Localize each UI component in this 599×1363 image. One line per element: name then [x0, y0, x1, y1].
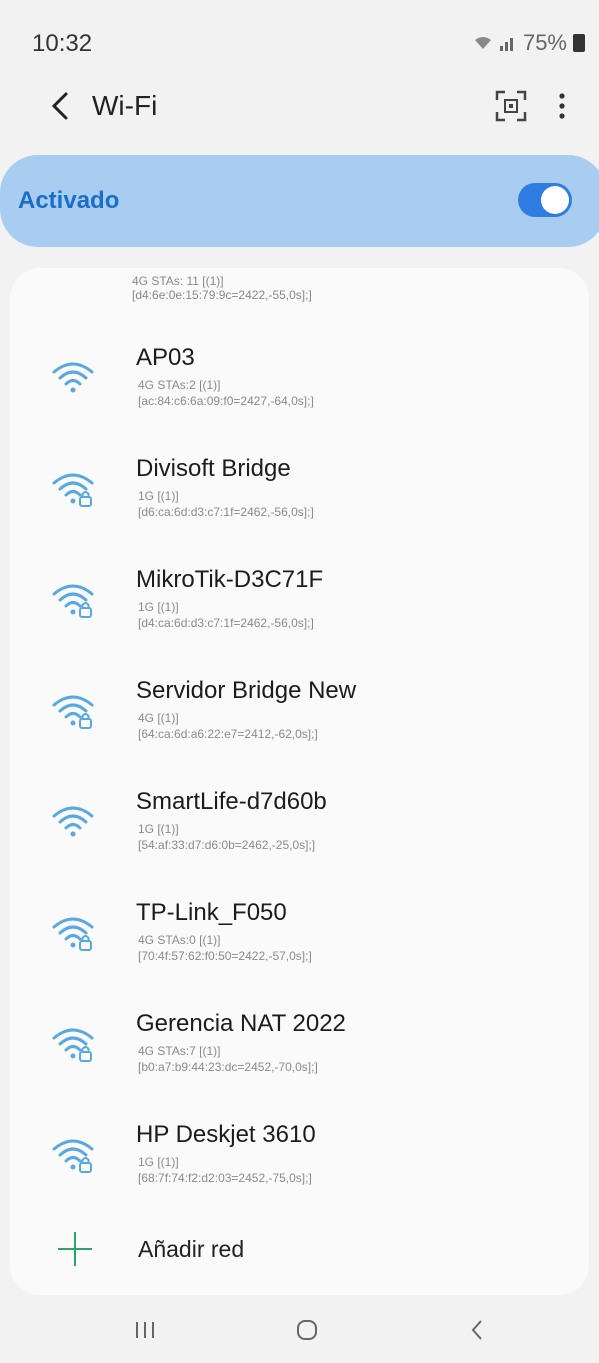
network-item[interactable]: SmartLife-d7d60b 1G [(1)] [54:af:33:d7:d6:…: [10, 774, 589, 878]
network-list: 4G STAs: 11 [(1)] [d4:6e:0e:15:79:9c=242…: [10, 268, 589, 1295]
wifi-lock-icon: [52, 917, 94, 951]
network-item[interactable]: TP-Link_F050 4G STAs:0 [(1)] [70:4f:57:62:…: [10, 885, 589, 989]
network-details: 1G [(1)]: [138, 1155, 179, 1169]
wifi-lock-icon: [52, 695, 94, 729]
wifi-lock-icon: [52, 1139, 94, 1173]
network-name: Servidor Bridge New: [136, 677, 357, 704]
battery-icon: [573, 34, 585, 52]
wifi-toggle-label: Activado: [18, 187, 120, 214]
network-details: 4G [(1)]: [138, 711, 179, 725]
network-name: TP-Link_F050: [136, 899, 287, 926]
home-button[interactable]: [282, 1305, 332, 1355]
network-name: AP03: [136, 344, 195, 371]
network-details: [64:ca:6d:a6:22:e7=2412,-62,0s];]: [138, 727, 318, 741]
qr-scan-icon: [495, 90, 527, 122]
network-name: MikroTik-D3C71F: [136, 566, 324, 593]
more-options-button[interactable]: [547, 86, 577, 126]
network-details: [ac:84:c6:6a:09:f0=2427,-64,0s];]: [138, 394, 314, 408]
network-details: 4G STAs:0 [(1)]: [138, 933, 221, 947]
wifi-icon: [52, 806, 94, 837]
network-details: [68:7f:74:f2:d2:03=2452,-75,0s];]: [138, 1171, 312, 1185]
network-details: 1G [(1)]: [138, 822, 179, 836]
add-network-button[interactable]: Añadir red: [10, 1218, 589, 1284]
network-details: [d4:6e:0e:15:79:9c=2422,-55,0s];]: [132, 288, 312, 302]
recent-apps-icon: [136, 1322, 154, 1338]
recent-apps-button[interactable]: [120, 1305, 170, 1355]
list-item-partial[interactable]: 4G STAs: 11 [(1)] [d4:6e:0e:15:79:9c=242…: [10, 268, 589, 320]
wifi-toggle-card[interactable]: Activado: [0, 155, 599, 247]
plus-icon: [58, 1232, 92, 1266]
switch-knob: [541, 186, 569, 214]
network-item[interactable]: Gerencia NAT 2022 4G STAs:7 [(1)] [b0:a7:b…: [10, 996, 589, 1100]
back-button[interactable]: [38, 84, 82, 128]
more-vert-icon: [559, 93, 565, 119]
wifi-lock-icon: [52, 473, 94, 507]
battery-percent: 75%: [522, 30, 567, 55]
status-icons: 75%: [473, 30, 585, 56]
wifi-switch[interactable]: [518, 183, 572, 217]
navigation-bar: [0, 1295, 599, 1363]
back-nav-button[interactable]: [452, 1305, 502, 1355]
network-details: [b0:a7:b9:44:23:dc=2452,-70,0s];]: [138, 1060, 318, 1074]
network-details: [d6:ca:6d:d3:c7:1f=2462,-56,0s];]: [138, 505, 314, 519]
page-title: Wi-Fi: [92, 90, 158, 121]
network-item[interactable]: HP Deskjet 3610 1G [(1)] [68:7f:74:f2:d2:0…: [10, 1107, 589, 1211]
network-name: SmartLife-d7d60b: [136, 788, 327, 815]
chevron-left-icon: [51, 92, 68, 120]
network-item[interactable]: AP03 4G STAs:2 [(1)] [ac:84:c6:6a:09:f0=24…: [10, 330, 589, 434]
wifi-icon: [52, 362, 94, 393]
network-name: Divisoft Bridge: [136, 455, 291, 482]
chevron-left-icon: [471, 1320, 482, 1340]
network-details: 1G [(1)]: [138, 600, 179, 614]
status-time: 10:32: [32, 30, 93, 57]
status-bar: 10:32 75%: [0, 0, 599, 80]
wifi-lock-icon: [52, 1028, 94, 1062]
network-name: HP Deskjet 3610: [136, 1121, 316, 1148]
add-network-label: Añadir red: [138, 1236, 245, 1262]
network-item[interactable]: Divisoft Bridge 1G [(1)] [d6:ca:6d:d3:c7:1…: [10, 441, 589, 545]
network-details: 4G STAs:2 [(1)]: [138, 378, 221, 392]
network-details: 1G [(1)]: [138, 489, 179, 503]
signal-icon: [499, 38, 513, 51]
network-details: 4G STAs: 11 [(1)]: [132, 274, 224, 288]
home-icon: [297, 1320, 317, 1340]
network-details: [54:af:33:d7:d6:0b=2462,-25,0s];]: [138, 838, 316, 852]
network-name: Gerencia NAT 2022: [136, 1010, 346, 1037]
qr-scan-button[interactable]: [491, 86, 531, 126]
app-bar: Wi-Fi: [0, 80, 599, 144]
network-item[interactable]: MikroTik-D3C71F 1G [(1)] [d4:ca:6d:d3:c7:1…: [10, 552, 589, 656]
network-details: 4G STAs:7 [(1)]: [138, 1044, 221, 1058]
wifi-status-icon: [474, 37, 491, 49]
network-item[interactable]: Servidor Bridge New 4G [(1)] [64:ca:6d:a6:…: [10, 663, 589, 767]
network-details: [d4:ca:6d:d3:c7:1f=2462,-56,0s];]: [138, 616, 314, 630]
network-details: [70:4f:57:62:f0:50=2422,-57,0s];]: [138, 949, 312, 963]
wifi-lock-icon: [52, 584, 94, 618]
